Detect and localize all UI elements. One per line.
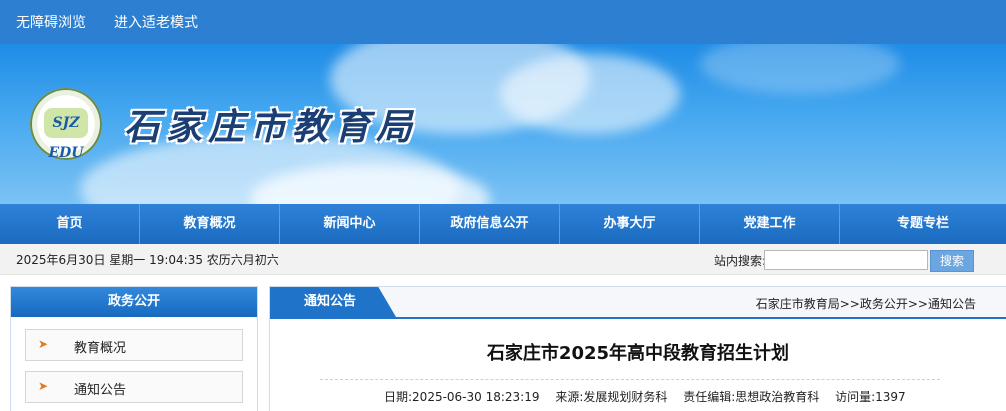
- article-meta: 日期:2025-06-30 18:23:19 来源:发展规划财务科 责任编辑:思…: [384, 388, 918, 405]
- search-button[interactable]: 搜索: [930, 250, 974, 272]
- sidebar-title: 政务公开: [11, 287, 257, 317]
- nav-service-hall[interactable]: 办事大厅: [560, 204, 700, 244]
- breadcrumb-notices[interactable]: >>通知公告: [908, 297, 976, 311]
- breadcrumb: 石家庄市教育局>>政务公开>>通知公告: [756, 295, 976, 312]
- main-nav: 首页 教育概况 新闻中心 政府信息公开 办事大厅 党建工作 专题专栏: [0, 204, 1006, 244]
- article-editor: 责任编辑:思想政治教育科: [683, 390, 820, 404]
- section-tab: 通知公告: [270, 287, 396, 317]
- sidebar-item-label: 教育概况: [74, 341, 127, 356]
- logo-mark: SJZ EDU: [44, 108, 88, 161]
- nav-home[interactable]: 首页: [0, 204, 140, 244]
- nav-education-overview[interactable]: 教育概况: [140, 204, 280, 244]
- article-views: 访问量:1397: [835, 390, 906, 404]
- site-banner: SJZ EDU 石家庄市教育局: [0, 44, 1006, 204]
- info-bar: 2025年6月30日 星期一 19:04:35 农历六月初六 站内搜索: 搜索: [0, 244, 1006, 275]
- breadcrumb-home[interactable]: 石家庄市教育局: [756, 297, 840, 311]
- article-panel: 通知公告 石家庄市教育局>>政务公开>>通知公告 石家庄市2025年高中段教育招…: [269, 286, 1006, 411]
- top-access-bar: 无障碍浏览 进入适老模式: [0, 0, 1006, 44]
- sidebar-item-label: 通知公告: [74, 383, 127, 398]
- accessibility-link[interactable]: 无障碍浏览: [16, 12, 86, 32]
- arrow-right-icon: ➤: [38, 379, 49, 393]
- cloud-decoration: [700, 44, 900, 94]
- gov-affairs-sidebar: 政务公开 ➤ 教育概况 ➤ 通知公告: [10, 286, 258, 411]
- search-label: 站内搜索:: [714, 254, 767, 268]
- sidebar-item-notices[interactable]: ➤ 通知公告: [25, 371, 243, 403]
- panel-header: 通知公告 石家庄市教育局>>政务公开>>通知公告: [270, 287, 1006, 319]
- article-title: 石家庄市2025年高中段教育招生计划: [486, 343, 790, 364]
- article-date: 日期:2025-06-30 18:23:19: [384, 390, 540, 404]
- sidebar-item-education-overview[interactable]: ➤ 教育概况: [25, 329, 243, 361]
- current-datetime: 2025年6月30日 星期一 19:04:35 农历六月初六: [16, 253, 279, 267]
- breadcrumb-gov-affairs[interactable]: >>政务公开: [840, 297, 908, 311]
- nav-party-building[interactable]: 党建工作: [700, 204, 840, 244]
- elder-mode-link[interactable]: 进入适老模式: [114, 12, 198, 32]
- cloud-decoration: [500, 54, 680, 134]
- nav-news-center[interactable]: 新闻中心: [280, 204, 420, 244]
- nav-gov-info[interactable]: 政府信息公开: [420, 204, 560, 244]
- nav-special-topics[interactable]: 专题专栏: [840, 204, 1006, 244]
- site-search-input[interactable]: [764, 250, 928, 270]
- education-bureau-logo: SJZ EDU: [30, 88, 102, 161]
- divider: [320, 379, 940, 380]
- article-source: 来源:发展规划财务科: [555, 390, 668, 404]
- site-title: 石家庄市教育局: [124, 106, 419, 148]
- arrow-right-icon: ➤: [38, 337, 49, 351]
